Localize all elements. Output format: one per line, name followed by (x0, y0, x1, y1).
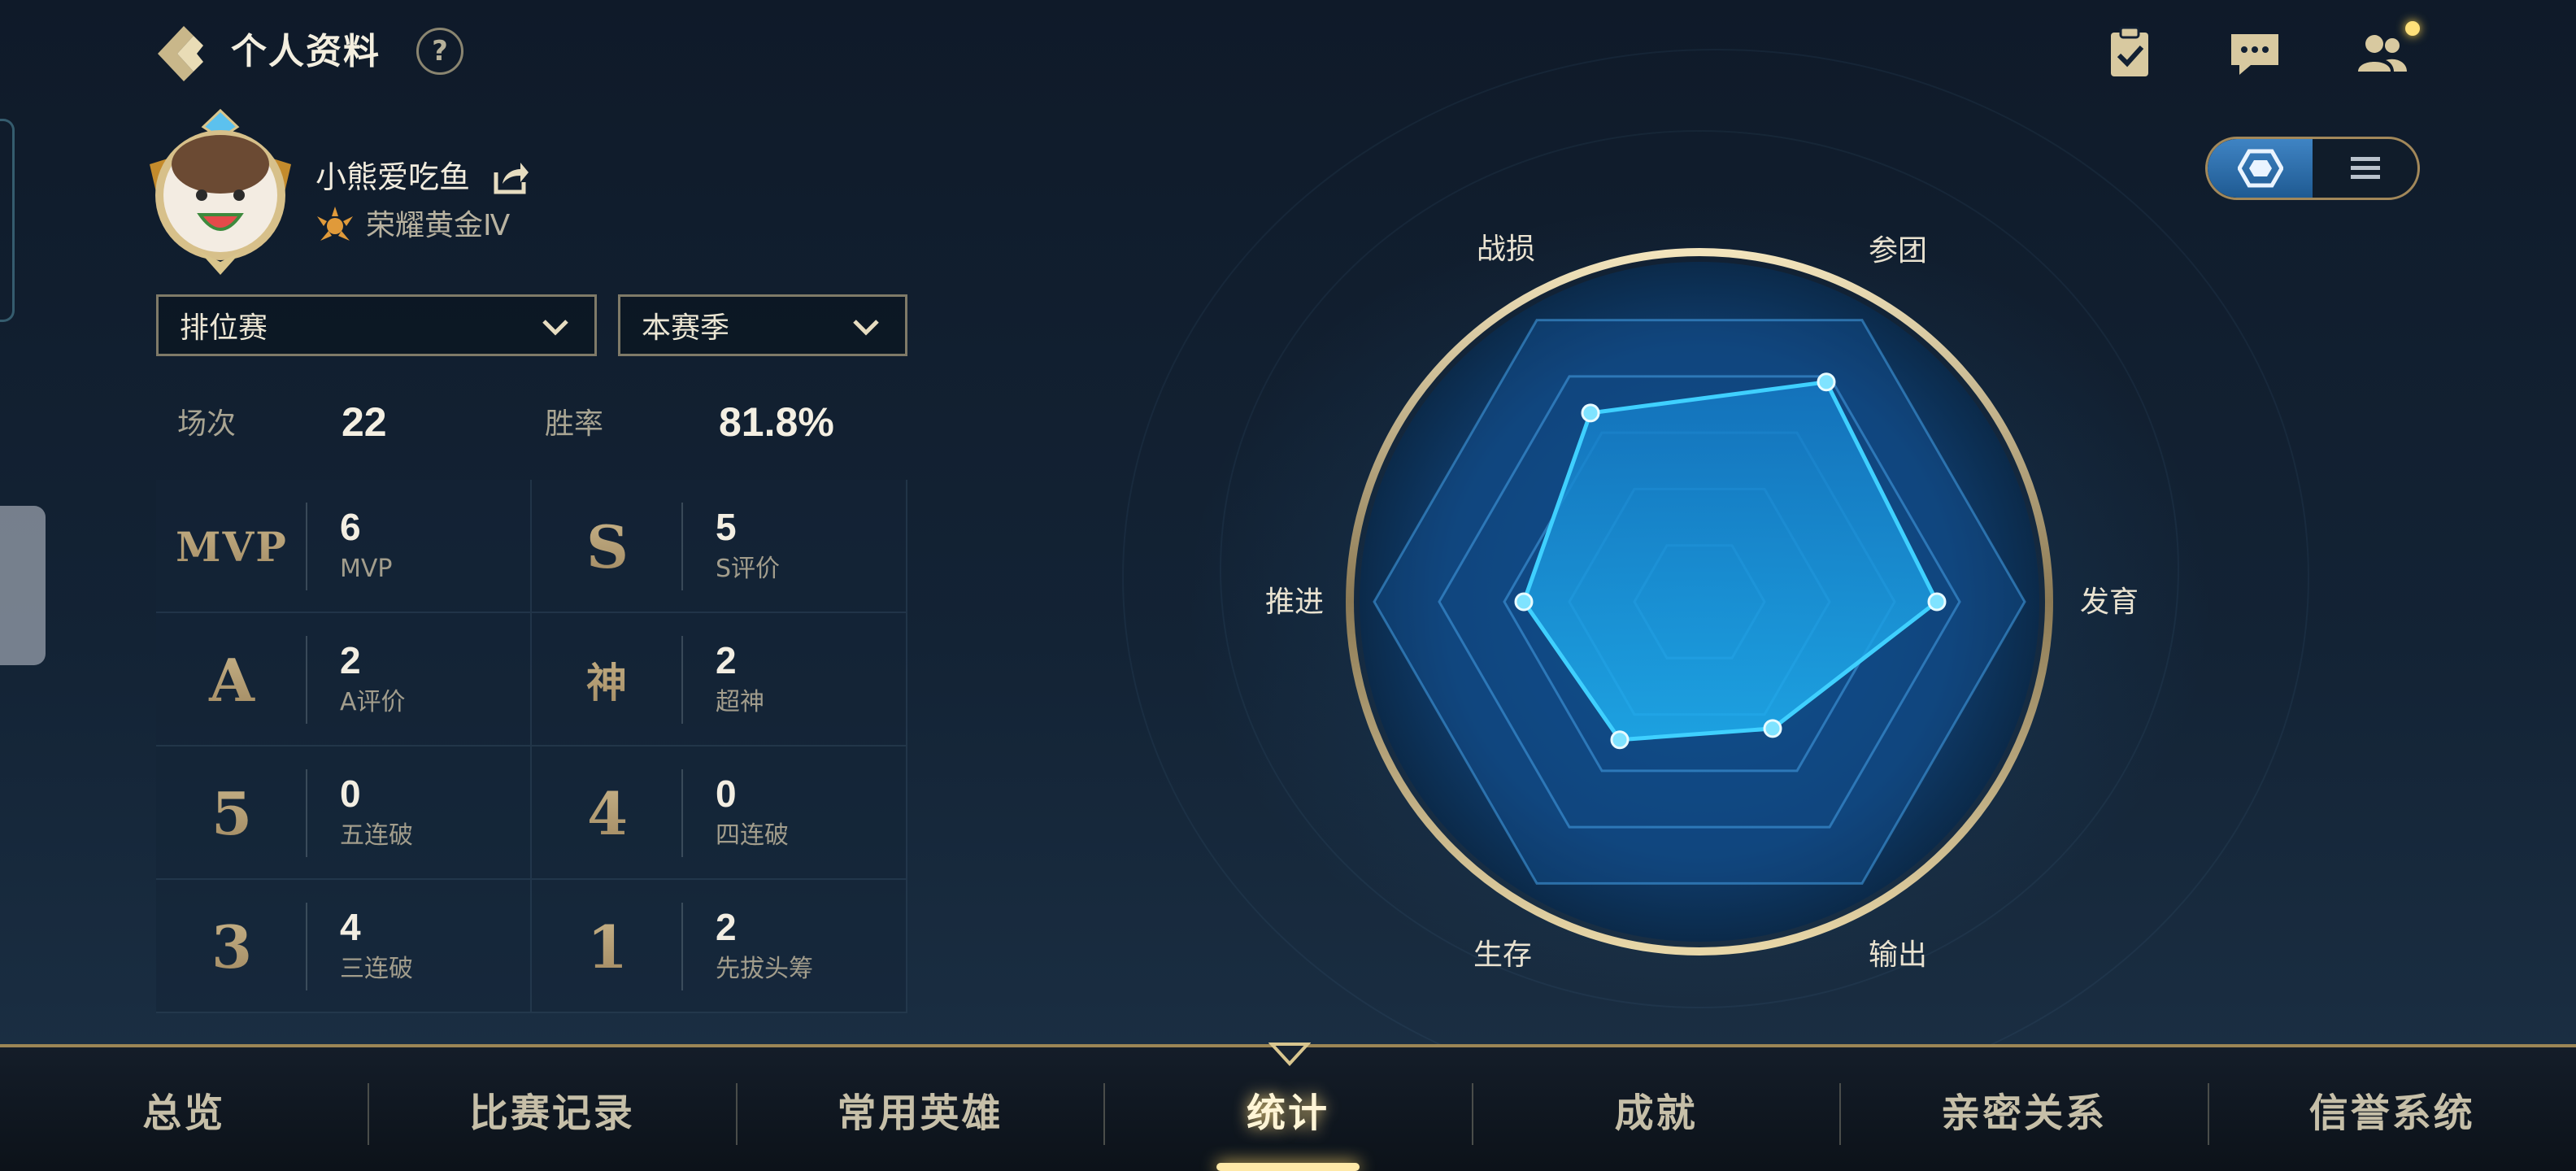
stat-cell-s: S 5 S评价 (532, 480, 907, 613)
back-button[interactable] (151, 21, 216, 86)
chat-button[interactable] (2226, 24, 2283, 81)
stat-label: S评价 (716, 555, 781, 583)
nav-divider (736, 1083, 738, 1145)
stat-value: 6 (340, 506, 361, 548)
share-icon (494, 163, 529, 194)
rank-text: 荣耀黄金Ⅳ (366, 209, 511, 242)
tab-achievements[interactable]: 成就 (1472, 1047, 1840, 1171)
tab-credit[interactable]: 信誉系统 (2208, 1047, 2576, 1171)
radar-point-4 (1514, 592, 1534, 612)
stat-value: 0 (716, 773, 737, 815)
legendary-badge-icon: 神 (532, 613, 683, 747)
nav-divider (368, 1083, 369, 1145)
five-badge-icon: 5 (156, 747, 307, 880)
stats-grid: MVP 6 MVP S 5 S评价 A 2 A评价 神 2 超神 5 0 五连破… (156, 480, 907, 1013)
stat-value: 0 (340, 773, 361, 815)
nav-divider (1839, 1083, 1841, 1145)
rank-icon (312, 205, 358, 247)
radar-point-0 (1817, 372, 1836, 392)
nav-divider (1103, 1083, 1105, 1145)
stat-cell-quadra: 4 0 四连破 (532, 747, 907, 880)
radar-label-shuchu: 输出 (1869, 938, 1928, 972)
nav-divider (1472, 1083, 1473, 1145)
stat-cell-triple: 3 4 三连破 (156, 880, 532, 1013)
stat-label: 先拔头筹 (716, 955, 813, 983)
season-dropdown[interactable]: 本赛季 (618, 294, 907, 356)
stat-label: 四连破 (716, 821, 789, 850)
notification-dot (2405, 21, 2420, 36)
radar-label-shengcun: 生存 (1473, 938, 1533, 972)
radar-view-button[interactable] (2208, 139, 2313, 198)
stat-value: 2 (716, 639, 737, 681)
radar-point-1 (1927, 592, 1947, 612)
active-tab-underline (1216, 1163, 1360, 1171)
hexagon-icon (2237, 149, 2283, 188)
task-icon (2111, 26, 2148, 76)
share-button[interactable] (491, 158, 530, 197)
stat-label: 五连破 (340, 821, 413, 850)
player-name: 小熊爱吃鱼 (315, 159, 471, 195)
mode-dropdown-value: 排位赛 (180, 311, 268, 345)
tab-match-history[interactable]: 比赛记录 (368, 1047, 737, 1171)
stat-cell-a: A 2 A评价 (156, 613, 532, 747)
three-badge-icon: 3 (156, 880, 307, 1013)
tab-heroes[interactable]: 常用英雄 (736, 1047, 1104, 1171)
a-badge-icon: A (156, 613, 307, 747)
view-toggle[interactable] (2205, 137, 2420, 200)
radar-label-canyuan: 参团 (1869, 234, 1928, 268)
task-button[interactable] (2101, 24, 2158, 81)
radar-label-fayu: 发育 (2080, 586, 2139, 619)
stat-cell-mvp: MVP 6 MVP (156, 480, 532, 613)
stat-value: 2 (340, 639, 361, 681)
nav-divider (2208, 1083, 2209, 1145)
friends-icon (2358, 35, 2407, 72)
radar-label-tuijin: 推进 (1265, 586, 1325, 619)
season-dropdown-value: 本赛季 (642, 311, 730, 345)
radar-label-zhansun: 战损 (1477, 233, 1536, 266)
one-badge-icon: 1 (532, 880, 683, 1013)
four-badge-icon: 4 (532, 747, 683, 880)
chevron-down-icon (542, 320, 568, 336)
avatar[interactable] (143, 107, 298, 278)
friends-button[interactable] (2353, 24, 2410, 81)
help-button[interactable]: ? (416, 28, 463, 75)
radar-chart (1346, 248, 2053, 956)
winrate-value: 81.8% (719, 399, 834, 445)
matches-value: 22 (342, 399, 387, 445)
chevron-down-icon (853, 320, 879, 336)
side-pull-tab[interactable] (0, 506, 46, 665)
radar-point-5 (1581, 403, 1600, 423)
winrate-label: 胜率 (545, 407, 604, 441)
tab-relationships[interactable]: 亲密关系 (1840, 1047, 2208, 1171)
stat-cell-first-blood: 1 2 先拔头筹 (532, 880, 907, 1013)
stat-label: A评价 (340, 688, 406, 716)
mode-dropdown[interactable]: 排位赛 (156, 294, 597, 356)
stat-label: 超神 (716, 688, 764, 716)
side-drawer-handle[interactable] (0, 119, 15, 322)
stat-label: MVP (340, 555, 393, 583)
radar-point-2 (1763, 719, 1782, 738)
list-icon (2350, 157, 2380, 179)
s-badge-icon: S (532, 480, 683, 613)
back-arrow-icon (158, 26, 203, 81)
stat-cell-legendary: 神 2 超神 (532, 613, 907, 747)
stat-value: 4 (340, 906, 361, 948)
chat-icon (2231, 34, 2278, 75)
radar-point-3 (1610, 730, 1630, 750)
mvp-badge-icon: MVP (156, 480, 307, 613)
avatar-frame-icon (150, 108, 291, 275)
stat-cell-penta: 5 0 五连破 (156, 747, 532, 880)
tab-overview[interactable]: 总览 (0, 1047, 368, 1171)
matches-label: 场次 (177, 407, 237, 441)
page-title: 个人资料 (231, 31, 381, 72)
list-view-button[interactable] (2313, 139, 2417, 198)
active-tab-marker-icon (1268, 1043, 1311, 1066)
stat-value: 5 (716, 506, 737, 548)
stat-label: 三连破 (340, 955, 413, 983)
stat-value: 2 (716, 906, 737, 948)
